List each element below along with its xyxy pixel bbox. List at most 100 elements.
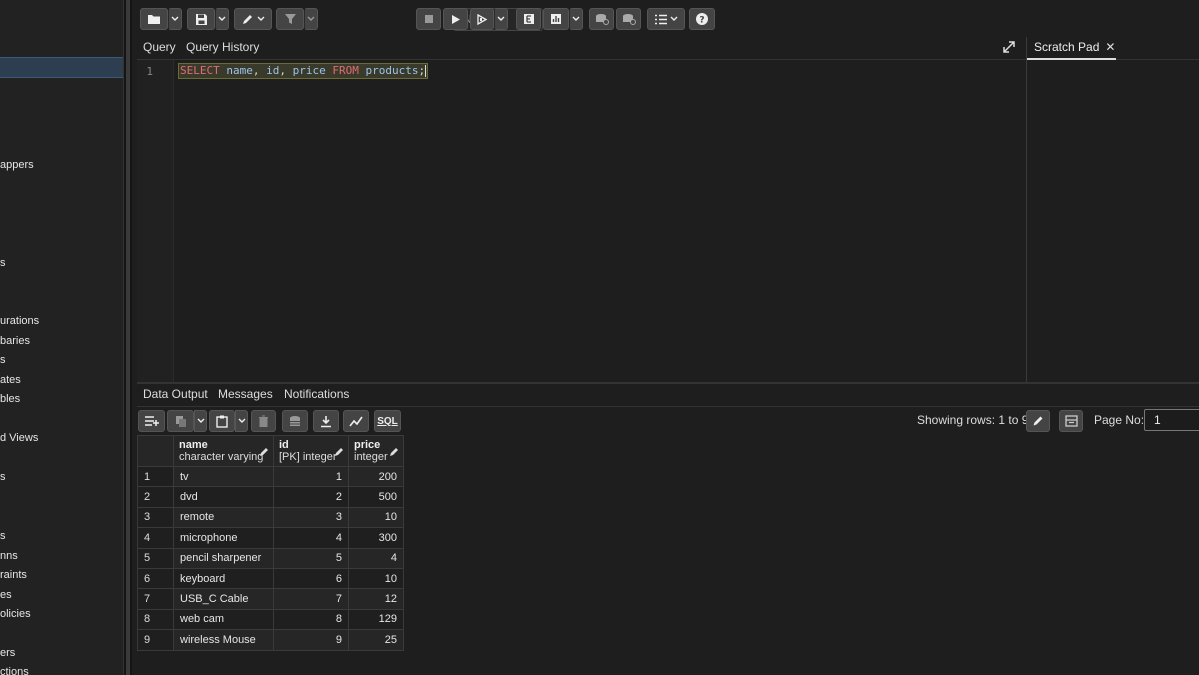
column-header-id[interactable]: id [PK] integer	[273, 435, 349, 467]
cell-id[interactable]: 5	[273, 547, 349, 569]
explain-analyze-button[interactable]	[543, 8, 569, 30]
cell-id[interactable]: 4	[273, 527, 349, 549]
cell-price[interactable]: 12	[348, 588, 404, 610]
table-row[interactable]: 9 wireless Mouse 9 25	[137, 629, 404, 651]
cell-name[interactable]: pencil sharpener	[173, 547, 274, 569]
row-number[interactable]: 9	[137, 629, 174, 651]
close-icon[interactable]: ✕	[1105, 40, 1115, 54]
row-number[interactable]: 3	[137, 506, 174, 529]
tree-item[interactable]: s	[0, 354, 6, 366]
sql-button[interactable]: SQL	[374, 410, 401, 432]
open-file-button[interactable]	[140, 8, 168, 30]
tree-item[interactable]: olicies	[0, 608, 31, 620]
filter-dropdown[interactable]	[304, 8, 318, 30]
edit-rows-button[interactable]	[1026, 410, 1050, 432]
execute-button[interactable]	[443, 8, 468, 30]
cell-price[interactable]: 129	[348, 608, 404, 631]
row-number[interactable]: 1	[137, 465, 174, 488]
cell-name[interactable]: web cam	[173, 608, 274, 631]
cell-name[interactable]: USB_C Cable	[173, 588, 274, 610]
column-header-name[interactable]: name character varying	[173, 435, 274, 467]
cell-id[interactable]: 7	[273, 588, 349, 610]
download-button[interactable]	[313, 410, 339, 432]
row-number-header[interactable]	[137, 435, 174, 467]
cell-name[interactable]: keyboard	[173, 567, 274, 590]
cell-name[interactable]: remote	[173, 506, 274, 529]
macros-button[interactable]	[647, 8, 685, 30]
tree-item[interactable]: nns	[0, 550, 18, 562]
cell-id[interactable]: 8	[273, 608, 349, 631]
add-row-button[interactable]	[138, 410, 165, 432]
row-number[interactable]: 2	[137, 486, 174, 508]
copy-dropdown[interactable]	[194, 410, 207, 432]
graph-visualiser-button[interactable]	[343, 410, 369, 432]
cell-id[interactable]: 2	[273, 486, 349, 508]
cell-price[interactable]: 500	[348, 486, 404, 508]
tab-scratch-pad[interactable]: Scratch Pad ✕	[1027, 37, 1116, 60]
sql-editor[interactable]: 1 SELECT name, id, price FROM products;	[137, 60, 1026, 382]
cell-price[interactable]: 4	[348, 547, 404, 569]
table-row[interactable]: 8 web cam 8 129	[137, 608, 404, 631]
commit-button[interactable]	[589, 8, 614, 30]
tree-item[interactable]: appers	[0, 159, 34, 171]
table-row[interactable]: 6 keyboard 6 10	[137, 567, 404, 590]
explain-button[interactable]	[516, 8, 541, 30]
cell-price[interactable]: 200	[348, 465, 404, 488]
tab-messages[interactable]: Messages	[218, 387, 273, 401]
open-file-dropdown[interactable]	[168, 8, 182, 30]
help-button[interactable]: ?	[689, 8, 715, 30]
selected-tree-node[interactable]	[0, 57, 123, 78]
explain-dropdown[interactable]	[569, 8, 583, 30]
tab-data-output[interactable]: Data Output	[143, 387, 208, 401]
tree-item[interactable]: baries	[0, 335, 30, 347]
cell-price[interactable]: 10	[348, 567, 404, 590]
tree-item[interactable]: s	[0, 471, 6, 483]
cell-name[interactable]: tv	[173, 465, 274, 488]
cell-name[interactable]: dvd	[173, 486, 274, 508]
table-row[interactable]: 4 microphone 4 300	[137, 527, 404, 549]
row-number[interactable]: 4	[137, 527, 174, 549]
table-row[interactable]: 1 tv 1 200	[137, 465, 404, 488]
tree-item[interactable]: urations	[0, 315, 39, 327]
tab-query[interactable]: Query	[143, 40, 176, 54]
execute-script-button[interactable]	[470, 8, 494, 30]
rollback-button[interactable]	[616, 8, 641, 30]
table-row[interactable]: 2 dvd 2 500	[137, 486, 404, 508]
save-data-button[interactable]	[282, 410, 308, 432]
scratch-pad-area[interactable]	[1027, 60, 1199, 382]
tree-item[interactable]: bles	[0, 393, 20, 405]
panel-splitter[interactable]	[124, 0, 132, 675]
execute-dropdown[interactable]	[494, 8, 508, 30]
copy-button[interactable]	[167, 410, 194, 432]
tree-item[interactable]: ers	[0, 647, 15, 659]
row-number[interactable]: 7	[137, 588, 174, 610]
tree-item[interactable]: s	[0, 257, 6, 269]
table-row[interactable]: 3 remote 3 10	[137, 506, 404, 529]
tree-item[interactable]: raints	[0, 569, 27, 581]
tree-item[interactable]: s	[0, 530, 6, 542]
filter-button[interactable]	[276, 8, 304, 30]
row-number[interactable]: 8	[137, 608, 174, 631]
expand-icon[interactable]	[1002, 40, 1016, 54]
sql-code-line[interactable]: SELECT name, id, price FROM products;	[178, 63, 429, 79]
cell-id[interactable]: 6	[273, 567, 349, 590]
edit-menu-button[interactable]	[234, 8, 272, 30]
save-file-dropdown[interactable]	[215, 8, 229, 30]
cell-name[interactable]: wireless Mouse	[173, 629, 274, 651]
table-row[interactable]: 5 pencil sharpener 5 4	[137, 547, 404, 569]
cell-price[interactable]: 25	[348, 629, 404, 651]
save-file-button[interactable]	[187, 8, 215, 30]
cell-price[interactable]: 10	[348, 506, 404, 529]
paste-button[interactable]	[209, 410, 235, 432]
cell-id[interactable]: 9	[273, 629, 349, 651]
tab-notifications[interactable]: Notifications	[284, 387, 349, 401]
tree-item[interactable]: ates	[0, 374, 21, 386]
table-row[interactable]: 7 USB_C Cable 7 12	[137, 588, 404, 610]
tree-item[interactable]: ctions	[0, 666, 29, 675]
tree-item[interactable]: es	[0, 589, 12, 601]
pagination-options-button[interactable]	[1059, 410, 1083, 432]
stop-button[interactable]	[416, 8, 441, 30]
tab-query-history[interactable]: Query History	[186, 40, 259, 54]
tree-item[interactable]: d Views	[0, 432, 38, 444]
cell-id[interactable]: 1	[273, 465, 349, 488]
